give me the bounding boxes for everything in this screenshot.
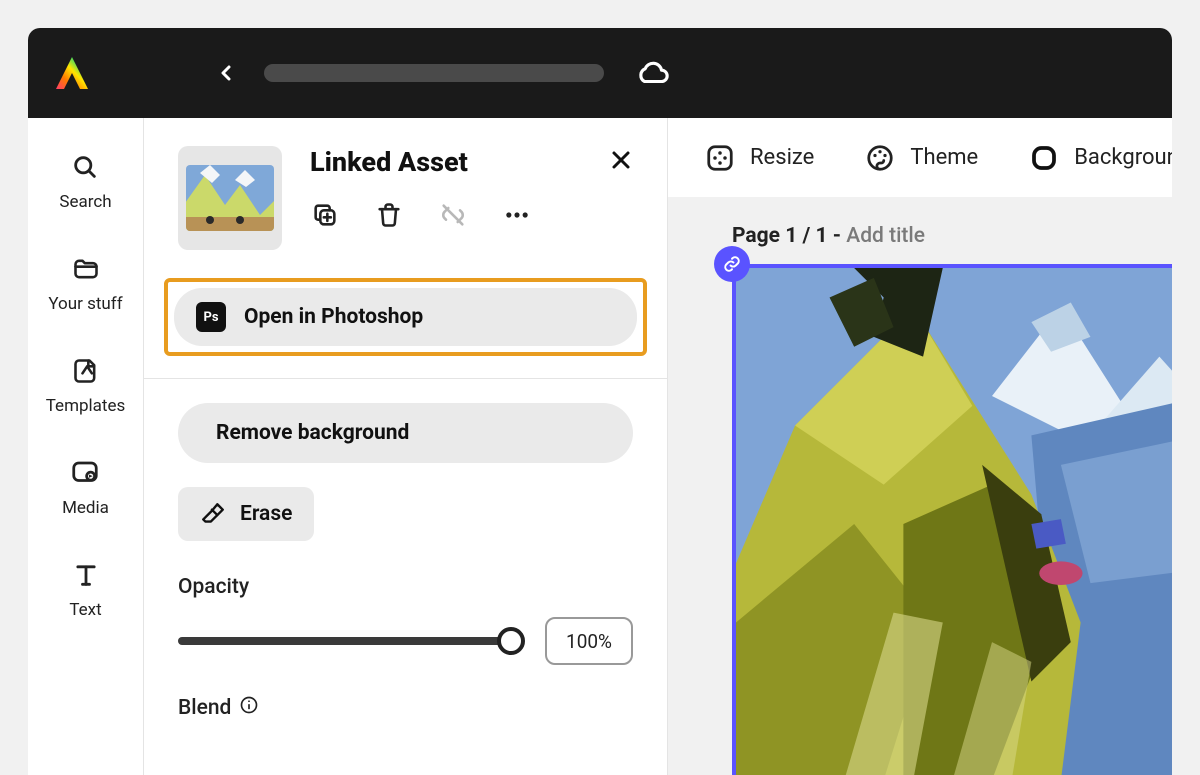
asset-action-row (310, 200, 633, 230)
page-number: Page 1 / 1 - (732, 224, 846, 248)
theme-icon (864, 142, 896, 174)
open-in-photoshop-highlight: Ps Open in Photoshop (164, 278, 647, 356)
remove-background-button[interactable]: Remove background (178, 403, 633, 463)
blend-label: Blend (178, 696, 231, 720)
opacity-control: 100% (178, 617, 633, 665)
canvas-body: Page 1 / 1 - Add title (668, 198, 1172, 775)
asset-thumbnail[interactable] (178, 146, 282, 250)
background-button[interactable]: Background (1028, 142, 1172, 174)
opacity-label: Opacity (178, 575, 633, 599)
background-label: Background (1074, 145, 1172, 170)
photoshop-icon: Ps (196, 302, 226, 332)
cloud-sync-icon[interactable] (636, 56, 670, 90)
media-icon (70, 458, 100, 488)
panel-header: Linked Asset (144, 118, 667, 270)
rail-item-text[interactable]: Text (69, 560, 101, 620)
delete-button[interactable] (374, 200, 404, 230)
artboard-wrapper (732, 264, 1172, 775)
search-icon (70, 152, 100, 182)
resize-button[interactable]: Resize (704, 142, 814, 174)
open-in-photoshop-button[interactable]: Ps Open in Photoshop (174, 288, 637, 346)
topbar (28, 28, 1172, 118)
background-icon (1028, 142, 1060, 174)
duplicate-button[interactable] (310, 200, 340, 230)
back-button[interactable] (208, 55, 244, 91)
remove-background-label: Remove background (216, 421, 409, 445)
theme-label: Theme (910, 145, 978, 170)
opacity-slider[interactable] (178, 637, 523, 645)
erase-button[interactable]: Erase (178, 487, 314, 541)
adobe-logo[interactable] (52, 53, 92, 93)
unlink-button (438, 200, 468, 230)
rail-item-search[interactable]: Search (59, 152, 111, 212)
eraser-icon (200, 501, 226, 527)
panel-title: Linked Asset (310, 146, 468, 178)
left-rail: Search Your stuff Templates Media (28, 118, 144, 775)
open-in-photoshop-label: Open in Photoshop (244, 305, 423, 329)
page-indicator[interactable]: Page 1 / 1 - Add title (732, 224, 1172, 248)
rail-item-media[interactable]: Media (62, 458, 109, 518)
templates-icon (71, 356, 101, 386)
artboard[interactable] (732, 264, 1172, 775)
rail-item-templates[interactable]: Templates (46, 356, 126, 416)
title-placeholder-bar (264, 64, 604, 82)
rail-label: Templates (46, 396, 126, 416)
rail-label: Search (59, 192, 111, 212)
properties-panel: Linked Asset (144, 118, 668, 775)
rail-label: Your stuff (48, 294, 122, 314)
app-frame: Search Your stuff Templates Media (28, 28, 1172, 775)
theme-button[interactable]: Theme (864, 142, 978, 174)
info-icon[interactable] (239, 695, 259, 721)
linked-badge[interactable] (714, 246, 750, 282)
resize-label: Resize (750, 145, 814, 170)
canvas-toolbar: Resize Theme Background (668, 118, 1172, 198)
blend-row: Blend (178, 695, 633, 721)
text-icon (71, 560, 101, 590)
rail-item-your-stuff[interactable]: Your stuff (48, 254, 122, 314)
page-title-placeholder: Add title (846, 224, 925, 248)
erase-label: Erase (240, 502, 292, 526)
main-row: Search Your stuff Templates Media (28, 118, 1172, 775)
rail-label: Text (69, 600, 101, 620)
more-button[interactable] (502, 200, 532, 230)
rail-label: Media (62, 498, 109, 518)
close-button[interactable] (609, 148, 633, 176)
opacity-slider-thumb[interactable] (497, 627, 525, 655)
opacity-value-input[interactable]: 100% (545, 617, 633, 665)
canvas-area: Resize Theme Background Page 1 (668, 118, 1172, 775)
folder-icon (71, 254, 101, 284)
resize-icon (704, 142, 736, 174)
